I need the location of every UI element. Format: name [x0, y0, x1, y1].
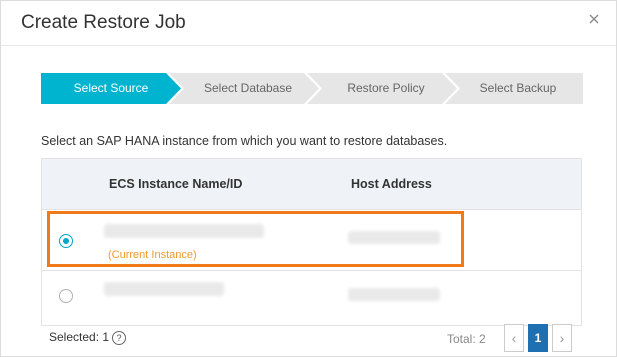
step-label: Select Database: [203, 81, 293, 95]
step-restore-policy: Restore Policy: [315, 73, 457, 104]
redacted-host-address: [348, 288, 440, 301]
step-label: Select Backup: [479, 81, 557, 95]
close-icon-glyph: [589, 14, 599, 24]
step-label: Restore Policy: [347, 81, 425, 95]
step-label: Select Source: [73, 81, 149, 95]
dialog-title: Create Restore Job: [21, 12, 186, 33]
selection-highlight: [47, 211, 464, 267]
table-header: ECS Instance Name/ID Host Address: [42, 159, 581, 210]
step-indicator: Select Source Select Database Restore Po…: [41, 73, 583, 104]
create-restore-job-dialog: Create Restore Job Select Source Select …: [0, 0, 617, 357]
selected-label: Selected: 1: [49, 330, 110, 344]
prev-page-button[interactable]: ‹: [504, 324, 524, 352]
row-radio[interactable]: [59, 289, 73, 303]
selected-count: Selected: 1?: [49, 330, 127, 345]
total-count: Total: 2: [447, 332, 486, 346]
close-icon[interactable]: [586, 11, 602, 27]
table-row[interactable]: [42, 270, 581, 325]
help-icon[interactable]: ?: [112, 330, 127, 345]
next-page-button[interactable]: ›: [552, 324, 572, 352]
intro-text: Select an SAP HANA instance from which y…: [41, 134, 448, 148]
step-select-database: Select Database: [177, 73, 319, 104]
page-1-button[interactable]: 1: [528, 324, 548, 352]
dialog-header: Create Restore Job: [1, 1, 616, 46]
step-select-backup: Select Backup: [453, 73, 583, 104]
redacted-instance-name: [104, 282, 224, 296]
column-header-host: Host Address: [351, 177, 432, 191]
column-header-instance: ECS Instance Name/ID: [109, 177, 243, 191]
step-select-source: Select Source: [41, 73, 181, 104]
